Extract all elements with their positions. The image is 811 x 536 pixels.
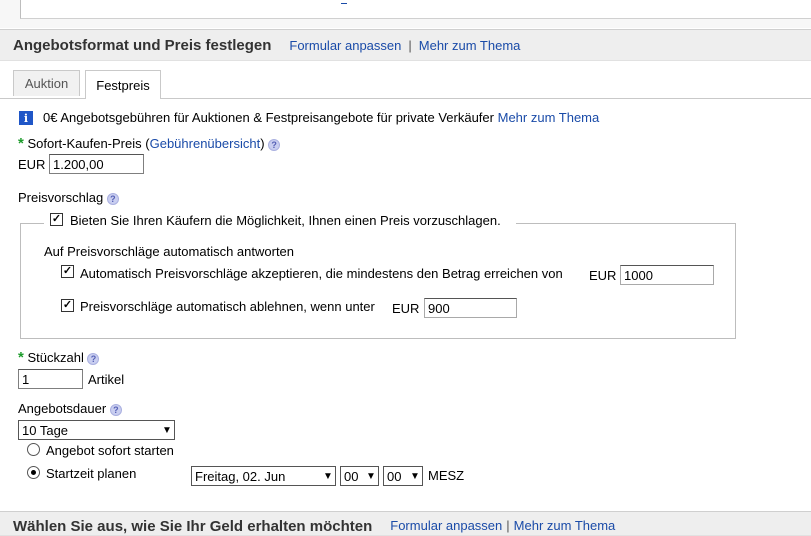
fee-info-line: 0€ Angebotsgebühren für Auktionen & Fest… <box>43 110 599 125</box>
section-header-payment: Wählen Sie aus, wie Sie Ihr Geld erhalte… <box>0 511 811 536</box>
buy-now-label-row: * Sofort-Kaufen-Preis (Gebührenübersicht… <box>18 135 281 152</box>
check-icon: ✓ <box>62 265 73 277</box>
customize-form-link[interactable]: Formular anpassen <box>289 38 401 53</box>
help-icon[interactable]: ? <box>87 352 100 365</box>
chevron-down-icon: ▼ <box>162 424 172 436</box>
auto-decline-currency: EUR <box>392 301 420 316</box>
best-offer-enable-label: Bieten Sie Ihren Käufern die Möglichkeit… <box>70 213 501 228</box>
buy-now-label: Sofort-Kaufen-Preis <box>27 136 142 151</box>
auto-accept-checkbox[interactable]: ✓ <box>61 265 74 278</box>
customize-form-link[interactable]: Formular anpassen <box>390 518 502 533</box>
timezone-label: MESZ <box>428 468 465 483</box>
auto-accept-amount-input[interactable] <box>620 265 714 285</box>
section-title: Angebotsformat und Preis festlegen <box>13 36 272 54</box>
start-hour-value: 00 <box>344 468 359 484</box>
required-asterisk-icon: * <box>18 349 24 366</box>
quantity-input[interactable] <box>18 369 83 389</box>
paren-close: ) <box>260 136 265 151</box>
previous-section-link-fragment <box>341 0 347 4</box>
help-icon[interactable]: ? <box>268 138 281 151</box>
help-icon[interactable]: ? <box>106 192 119 205</box>
auto-accept-label: Automatisch Preisvorschläge akzeptieren,… <box>80 266 563 281</box>
tab-fixed-price[interactable]: Festpreis <box>85 70 161 99</box>
tab-label: Festpreis <box>96 77 150 93</box>
quantity-label-row: * Stückzahl ? <box>18 349 100 366</box>
check-icon: ✓ <box>62 299 73 311</box>
auto-accept-currency: EUR <box>589 268 617 283</box>
info-icon: i <box>19 111 33 125</box>
best-offer-label: Preisvorschlag <box>18 190 104 205</box>
tab-auction[interactable]: Auktion <box>13 70 80 96</box>
chevron-down-icon: ▼ <box>323 470 333 482</box>
quantity-unit: Artikel <box>88 372 125 387</box>
duration-label: Angebotsdauer <box>18 401 107 416</box>
help-icon[interactable]: ? <box>109 403 122 416</box>
section-title: Wählen Sie aus, wie Sie Ihr Geld erhalte… <box>13 518 373 535</box>
duration-selected-value: 10 Tage <box>22 422 69 438</box>
auto-decline-checkbox[interactable]: ✓ <box>61 299 74 312</box>
start-now-radio[interactable] <box>27 443 40 456</box>
fee-info-more-link[interactable]: Mehr zum Thema <box>498 110 600 125</box>
start-minute-select[interactable]: 00 ▼ <box>383 466 423 486</box>
auto-decline-label: Preisvorschläge automatisch ablehnen, we… <box>80 299 375 314</box>
auto-respond-heading: Auf Preisvorschläge automatisch antworte… <box>44 244 295 259</box>
start-date-select[interactable]: Freitag, 02. Jun ▼ <box>191 466 336 486</box>
start-hour-select[interactable]: 00 ▼ <box>340 466 379 486</box>
chevron-down-icon: ▼ <box>410 470 420 482</box>
more-info-link[interactable]: Mehr zum Thema <box>419 38 521 53</box>
start-date-value: Freitag, 02. Jun <box>195 468 286 484</box>
buy-now-currency: EUR <box>18 157 46 172</box>
link-separator: | <box>408 37 412 53</box>
tab-label: Auktion <box>24 76 69 91</box>
section-header-format-price: Angebotsformat und Preis festlegen Formu… <box>0 29 811 61</box>
start-minute-value: 00 <box>387 468 402 484</box>
best-offer-enable-checkbox[interactable]: ✓ <box>50 213 63 226</box>
link-separator: | <box>506 518 510 533</box>
chevron-down-icon: ▼ <box>366 470 376 482</box>
radio-selected-dot <box>31 470 36 475</box>
required-asterisk-icon: * <box>18 135 24 152</box>
fee-overview-link[interactable]: Gebührenübersicht <box>150 136 261 151</box>
duration-label-row: Angebotsdauer ? <box>18 401 122 416</box>
duration-select[interactable]: 10 Tage ▼ <box>18 420 175 440</box>
previous-section-panel <box>20 0 811 19</box>
best-offer-label-row: Preisvorschlag ? <box>18 190 119 205</box>
quantity-label: Stückzahl <box>27 350 84 365</box>
check-icon: ✓ <box>51 213 62 225</box>
fee-info-text: 0€ Angebotsgebühren für Auktionen & Fest… <box>43 110 494 125</box>
buy-now-price-input[interactable] <box>49 154 144 174</box>
schedule-start-radio[interactable] <box>27 466 40 479</box>
start-now-label: Angebot sofort starten <box>46 443 174 458</box>
auto-decline-amount-input[interactable] <box>424 298 517 318</box>
schedule-start-label: Startzeit planen <box>46 466 137 481</box>
more-info-link[interactable]: Mehr zum Thema <box>514 518 616 533</box>
